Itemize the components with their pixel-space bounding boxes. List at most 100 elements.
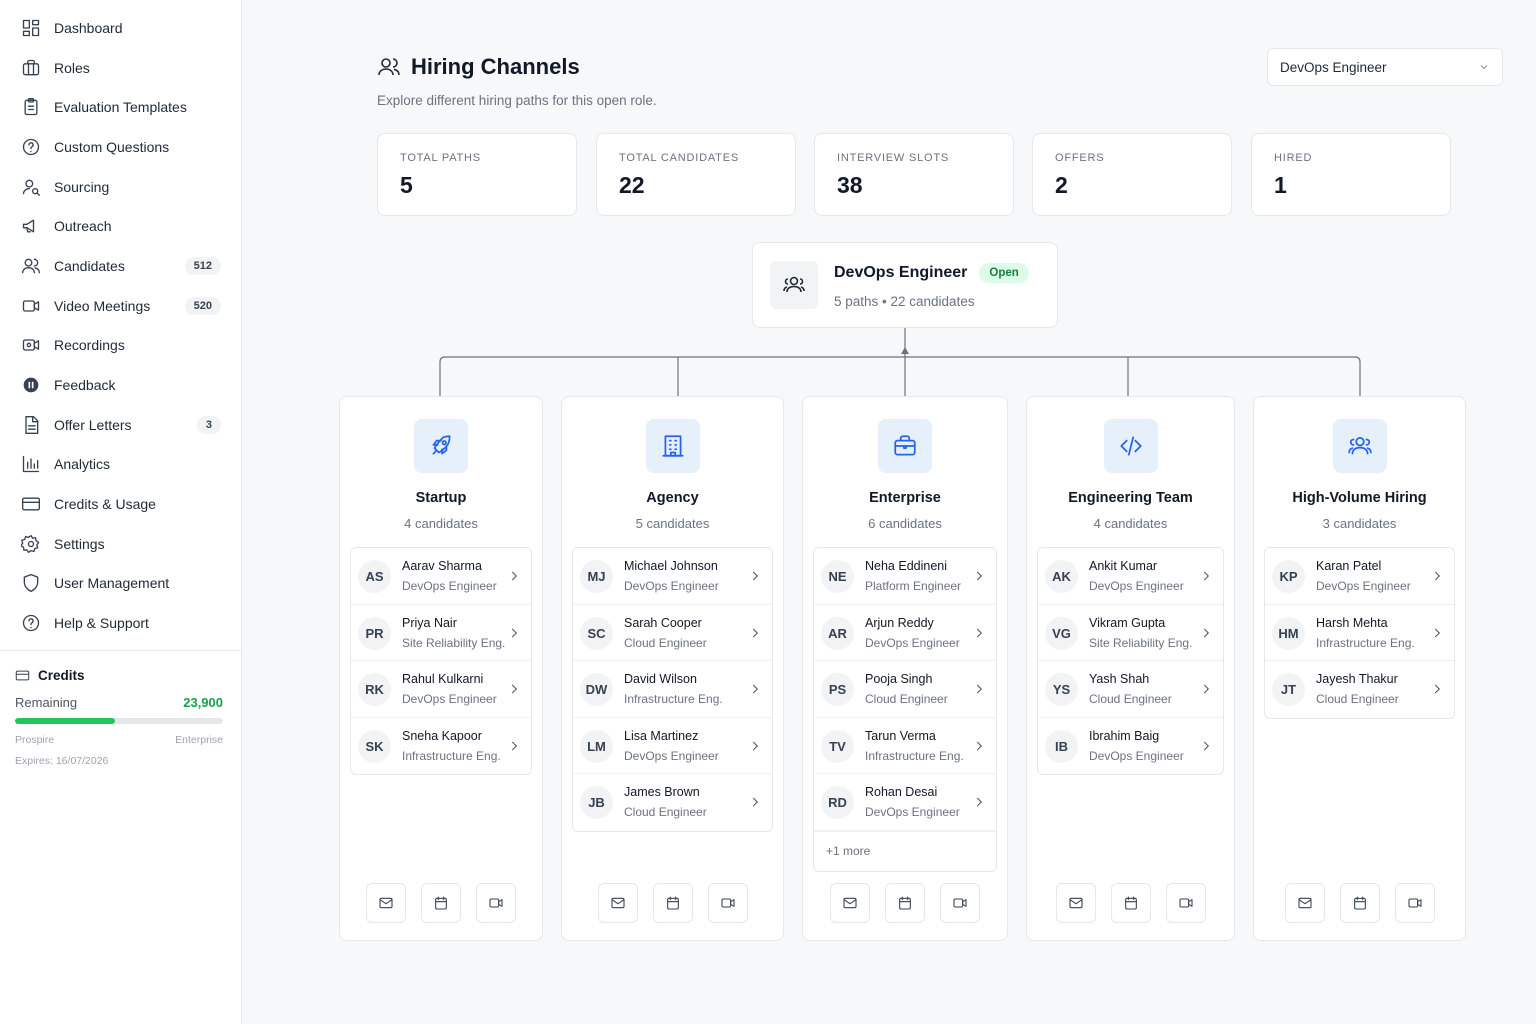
candidate-row[interactable]: NE Neha Eddineni Platform Engineer: [814, 548, 996, 605]
avatar: HM: [1272, 616, 1305, 650]
candidate-row[interactable]: MJ Michael Johnson DevOps Engineer: [573, 548, 772, 605]
sidebar-item-outreach[interactable]: Outreach: [0, 206, 241, 246]
role-select-dropdown[interactable]: DevOps Engineer: [1267, 48, 1503, 86]
candidate-row[interactable]: PS Pooja Singh Cloud Engineer: [814, 661, 996, 718]
channel-actions: [340, 883, 542, 923]
users-icon: [770, 261, 818, 309]
root-role-node[interactable]: DevOps Engineer Open 5 paths • 22 candid…: [752, 242, 1058, 328]
page-subtitle: Explore different hiring paths for this …: [377, 93, 657, 108]
sidebar-item-help-support[interactable]: Help & Support: [0, 603, 241, 643]
video-call-button[interactable]: [1394, 883, 1435, 923]
email-button[interactable]: [366, 883, 406, 923]
avatar: YS: [1045, 673, 1078, 707]
candidate-row[interactable]: AR Arjun Reddy DevOps Engineer: [814, 604, 996, 662]
page-title: Hiring Channels: [411, 54, 580, 79]
candidate-row[interactable]: RD Rohan Desai DevOps Engineer: [814, 774, 996, 831]
schedule-button[interactable]: [1339, 883, 1380, 923]
chevron-right-icon: [748, 626, 762, 645]
candidate-row[interactable]: DW David Wilson Infrastructure Eng.: [573, 661, 772, 718]
channel-name: High-Volume Hiring: [1292, 490, 1427, 506]
sidebar-item-roles[interactable]: Roles: [0, 48, 241, 88]
sidebar-item-evaluation-templates[interactable]: Evaluation Templates: [0, 87, 241, 127]
stat-card-total-paths: TOTAL PATHS 5: [377, 133, 577, 216]
sidebar-item-sourcing[interactable]: Sourcing: [0, 167, 241, 207]
schedule-button[interactable]: [421, 883, 461, 923]
candidate-row[interactable]: PR Priya Nair Site Reliability Eng.: [351, 604, 531, 662]
email-button[interactable]: [597, 883, 638, 923]
candidate-row[interactable]: HM Harsh Mehta Infrastructure Eng.: [1265, 604, 1454, 662]
candidate-list: KP Karan Patel DevOps Engineer HM Harsh Meh…: [1264, 547, 1455, 719]
credit-card-icon: [20, 493, 42, 515]
sidebar-item-credits-usage[interactable]: Credits & Usage: [0, 484, 241, 524]
sidebar-item-analytics[interactable]: Analytics: [0, 445, 241, 485]
avatar: LM: [580, 729, 613, 763]
avatar: NE: [821, 560, 854, 593]
channel-card-enterprise: Enterprise 6 candidates NE Neha Eddineni P…: [802, 396, 1008, 941]
stat-card-total-candidates: TOTAL CANDIDATES 22: [596, 133, 796, 216]
help-icon: [20, 612, 42, 634]
candidate-row[interactable]: SK Sneha Kapoor Infrastructure Eng.: [351, 717, 531, 775]
video-icon: [489, 898, 503, 908]
candidate-row[interactable]: VG Vikram Gupta Site Reliability Eng.: [1038, 604, 1223, 662]
avatar: SK: [358, 729, 391, 763]
chevron-down-icon: [1478, 61, 1490, 76]
candidate-row[interactable]: IB Ibrahim Baig DevOps Engineer: [1038, 717, 1223, 775]
sidebar-item-label: Candidates: [54, 257, 125, 274]
chart-icon: [20, 453, 42, 475]
mail-icon: [1297, 897, 1312, 909]
chevron-right-icon: [748, 682, 762, 701]
sidebar-item-label: Credits & Usage: [54, 496, 156, 513]
video-call-button[interactable]: [1165, 883, 1206, 923]
video-call-button[interactable]: [707, 883, 748, 923]
candidate-row[interactable]: AS Aarav Sharma DevOps Engineer: [351, 548, 531, 605]
more-candidates-link[interactable]: +1 more: [814, 830, 996, 871]
email-button[interactable]: [830, 883, 870, 923]
candidate-row[interactable]: JT Jayesh Thakur Cloud Engineer: [1265, 661, 1454, 718]
candidate-row[interactable]: RK Rahul Kulkarni DevOps Engineer: [351, 661, 531, 718]
candidate-row[interactable]: AK Ankit Kumar DevOps Engineer: [1038, 548, 1223, 605]
sidebar-item-candidates[interactable]: Candidates 512: [0, 246, 241, 286]
recording-icon: [20, 334, 42, 356]
candidate-name: Aarav Sharma: [402, 559, 482, 573]
candidate-row[interactable]: YS Yash Shah Cloud Engineer: [1038, 661, 1223, 718]
candidate-role: DevOps Engineer: [1089, 748, 1184, 763]
root-title: DevOps Engineer: [834, 264, 968, 281]
sidebar-item-label: Help & Support: [54, 615, 149, 632]
sidebar-item-recordings[interactable]: Recordings: [0, 326, 241, 366]
sidebar-divider: [0, 650, 241, 651]
sidebar-item-custom-questions[interactable]: Custom Questions: [0, 127, 241, 167]
candidate-role: DevOps Engineer: [402, 579, 497, 593]
candidate-row[interactable]: LM Lisa Martinez DevOps Engineer: [573, 717, 772, 775]
schedule-button[interactable]: [1110, 883, 1151, 923]
sidebar-item-settings[interactable]: Settings: [0, 524, 241, 564]
sidebar-item-video-meetings[interactable]: Video Meetings 520: [0, 286, 241, 326]
candidate-role: Cloud Engineer: [1316, 692, 1399, 707]
chevron-right-icon: [1430, 569, 1444, 588]
candidate-role: DevOps Engineer: [402, 692, 497, 707]
chevron-right-icon: [1199, 626, 1213, 645]
email-button[interactable]: [1284, 883, 1325, 923]
email-button[interactable]: [1055, 883, 1096, 923]
stat-label: HIRED: [1274, 152, 1313, 164]
schedule-button[interactable]: [652, 883, 693, 923]
candidate-row[interactable]: SC Sarah Cooper Cloud Engineer: [573, 604, 772, 662]
sidebar-item-user-management[interactable]: User Management: [0, 564, 241, 604]
sidebar-item-dashboard[interactable]: Dashboard: [0, 8, 241, 48]
sidebar-item-label: Sourcing: [54, 178, 110, 195]
schedule-button[interactable]: [885, 883, 925, 923]
candidate-row[interactable]: TV Tarun Verma Infrastructure Eng.: [814, 717, 996, 775]
candidate-row[interactable]: KP Karan Patel DevOps Engineer: [1265, 548, 1454, 605]
video-call-button[interactable]: [940, 883, 980, 923]
credits-remaining-row: Remaining 23,900: [15, 695, 223, 710]
candidate-row[interactable]: JB James Brown Cloud Engineer: [573, 774, 772, 831]
stat-value: 1: [1274, 172, 1287, 198]
page-header: Hiring Channels: [377, 54, 580, 80]
sidebar-item-feedback[interactable]: Feedback: [0, 365, 241, 405]
chevron-right-icon: [1430, 626, 1444, 645]
candidate-role: Cloud Engineer: [865, 692, 948, 707]
credit-card-icon: [15, 670, 30, 681]
sidebar-item-offer-letters[interactable]: Offer Letters 3: [0, 405, 241, 445]
video-call-button[interactable]: [476, 883, 516, 923]
rocket-icon: [414, 419, 468, 473]
stat-label: OFFERS: [1055, 152, 1105, 164]
